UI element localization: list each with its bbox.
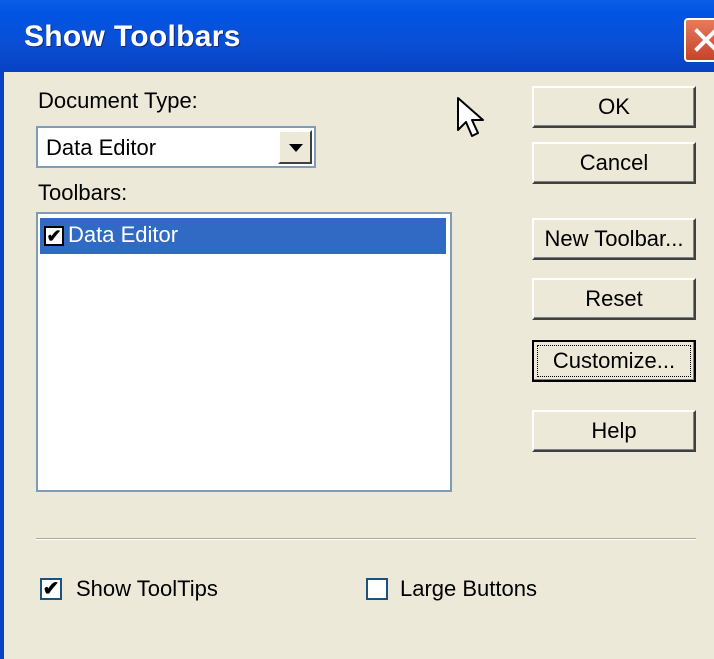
show-tooltips-checkbox[interactable]: ✔ [40,578,62,600]
ok-button[interactable]: OK [532,86,696,128]
customize-button[interactable]: Customize... [532,340,696,382]
title-bar: Show Toolbars [0,0,714,72]
list-item[interactable]: ✔ Data Editor [40,218,446,254]
toolbars-label: Toolbars: [38,180,128,205]
cancel-button[interactable]: Cancel [532,142,696,184]
new-toolbar-button[interactable]: New Toolbar... [532,218,696,260]
large-buttons-checkbox[interactable] [366,578,388,600]
toolbar-checkbox[interactable]: ✔ [44,226,64,246]
window-title: Show Toolbars [24,20,241,53]
reset-button[interactable]: Reset [532,278,696,320]
document-type-value: Data Editor [46,135,157,160]
document-type-select[interactable]: Data Editor [36,126,316,168]
list-item-label: Data Editor [68,222,179,247]
chevron-down-icon[interactable] [278,130,312,164]
mouse-cursor-icon [457,97,484,137]
large-buttons-label[interactable]: Large Buttons [400,576,537,602]
document-type-label: Document Type: [38,88,198,113]
close-icon [694,28,714,52]
show-tooltips-label[interactable]: Show ToolTips [76,576,218,602]
close-button[interactable] [684,18,714,62]
help-button[interactable]: Help [532,410,696,452]
toolbars-list[interactable]: ✔ Data Editor [36,212,452,492]
separator [36,538,696,540]
